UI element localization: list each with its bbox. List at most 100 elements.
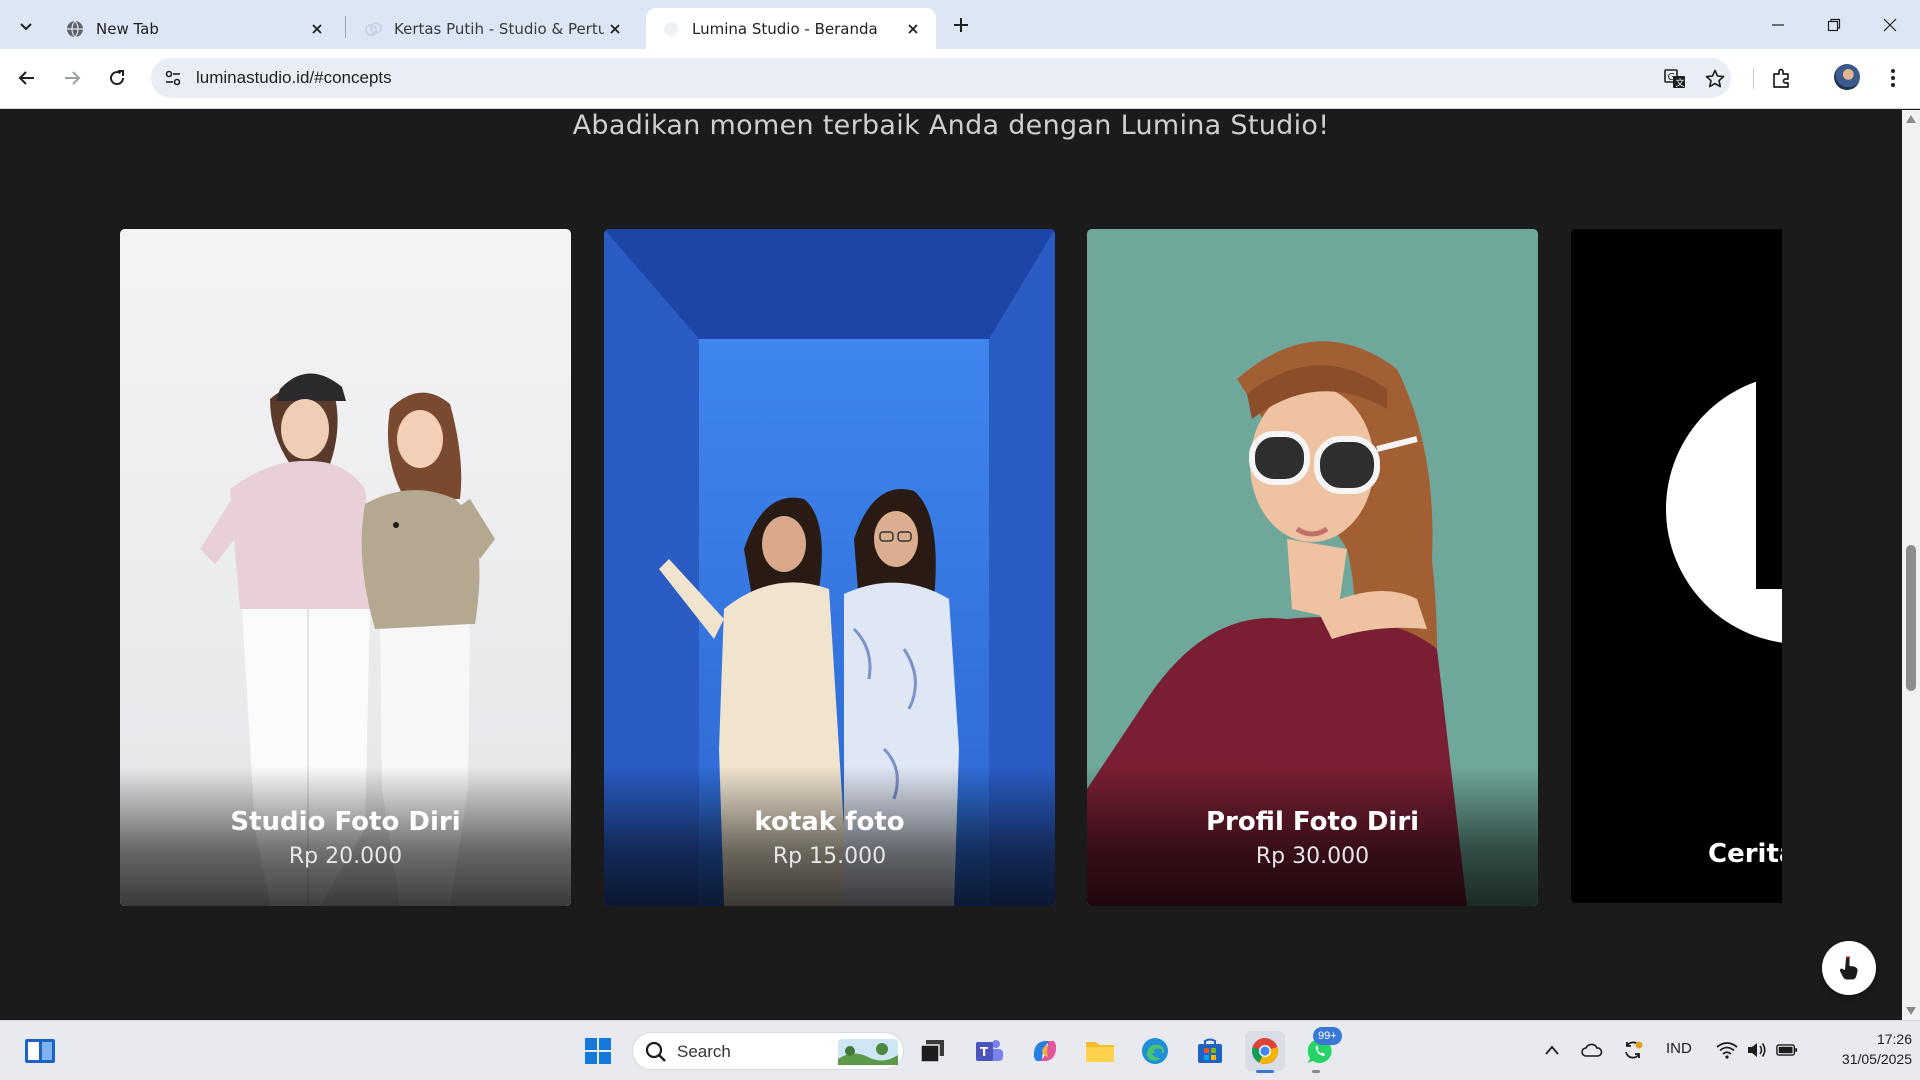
tab-kertas-putih[interactable]: Kertas Putih - Studio & Pertunangan xyxy=(348,8,638,49)
more-vertical-icon xyxy=(1891,69,1895,87)
chrome-icon xyxy=(1252,1038,1278,1064)
task-view-icon xyxy=(920,1040,944,1063)
teams-app[interactable]: T xyxy=(969,1031,1009,1071)
microsoft-store-app[interactable] xyxy=(1190,1031,1230,1071)
close-tab-icon[interactable] xyxy=(902,18,924,40)
file-explorer-app[interactable] xyxy=(1080,1031,1120,1071)
whatsapp-running-indicator xyxy=(1312,1070,1320,1073)
concept-card-profil-foto-diri[interactable]: Profil Foto Diri Rp 30.000 xyxy=(1087,229,1538,906)
hand-pointer-icon xyxy=(1839,956,1858,980)
clock-time: 17:26 xyxy=(1876,1031,1912,1047)
bookmark-star-icon[interactable] xyxy=(1702,66,1728,92)
back-button[interactable] xyxy=(10,61,44,95)
page-viewport: Abadikan momen terbaik Anda dengan Lumin… xyxy=(0,110,1902,1020)
chrome-app[interactable] xyxy=(1245,1031,1285,1071)
svg-text:文: 文 xyxy=(1676,77,1685,89)
copilot-app[interactable] xyxy=(1025,1031,1065,1071)
browser-tab-strip: New Tab Kertas Putih - Studio & Pertunan… xyxy=(0,0,1920,49)
menu-button[interactable] xyxy=(1876,61,1910,95)
widgets-button[interactable] xyxy=(20,1031,60,1071)
tab-search-button[interactable] xyxy=(10,10,41,41)
tab-title: New Tab xyxy=(96,19,159,38)
site-info-icon[interactable] xyxy=(163,68,183,88)
store-icon xyxy=(1198,1038,1222,1063)
taskbar-search-box[interactable]: Search xyxy=(632,1032,904,1070)
svg-text:T: T xyxy=(980,1045,989,1059)
copilot-icon xyxy=(1033,1041,1057,1061)
whatsapp-notification-badge: 99+ xyxy=(1313,1027,1342,1045)
scroll-down-arrow-icon[interactable] xyxy=(1906,1006,1916,1016)
tab-title: Kertas Putih - Studio & Pertunangan xyxy=(394,19,604,38)
page-icon xyxy=(662,20,680,38)
address-bar[interactable]: luminastudio.id/#concepts G文 xyxy=(151,58,1731,98)
extensions-button[interactable] xyxy=(1765,61,1799,95)
tab-new-tab[interactable]: New Tab xyxy=(50,8,340,49)
show-hidden-icons-button[interactable] xyxy=(1541,1039,1563,1061)
search-icon xyxy=(645,1041,666,1062)
search-highlight-image xyxy=(838,1039,898,1065)
close-tab-icon[interactable] xyxy=(604,18,626,40)
concept-card-cerita[interactable]: Cerita xyxy=(1571,229,1782,903)
forward-button[interactable] xyxy=(55,61,89,95)
folder-icon xyxy=(1086,1042,1114,1062)
clock-date: 31/05/2025 xyxy=(1841,1051,1912,1067)
chevron-down-icon xyxy=(19,22,32,30)
onedrive-icon[interactable] xyxy=(1581,1039,1603,1061)
minimize-icon xyxy=(1772,23,1784,26)
sync-icon[interactable] xyxy=(1622,1039,1644,1061)
plus-icon xyxy=(954,18,968,32)
battery-icon[interactable] xyxy=(1776,1039,1798,1061)
wifi-icon[interactable] xyxy=(1716,1039,1738,1061)
arrow-left-icon xyxy=(18,71,34,85)
edge-app[interactable] xyxy=(1135,1031,1175,1071)
lumina-logo-image xyxy=(1571,229,1782,903)
concept-card-studio-foto-diri[interactable]: Studio Foto Diri Rp 20.000 xyxy=(120,229,571,906)
card-title: kotak foto xyxy=(754,807,905,837)
close-tab-icon[interactable] xyxy=(306,18,328,40)
card-price: Rp 15.000 xyxy=(772,844,887,869)
profile-avatar[interactable] xyxy=(1834,64,1860,90)
scroll-up-arrow-icon[interactable] xyxy=(1906,114,1916,124)
input-language[interactable]: IND xyxy=(1666,1040,1692,1057)
tab-title: Lumina Studio - Beranda xyxy=(692,19,878,38)
teams-icon: T xyxy=(976,1040,1003,1061)
chrome-active-indicator xyxy=(1256,1070,1274,1073)
card-title: Cerita xyxy=(1708,839,1782,869)
ring-icon xyxy=(364,20,382,38)
toolbar-divider xyxy=(1753,69,1754,89)
system-clock[interactable]: 17:26 31/05/2025 xyxy=(1812,1029,1912,1069)
card-price: Rp 30.000 xyxy=(1255,844,1370,869)
tab-lumina-studio[interactable]: Lumina Studio - Beranda xyxy=(646,8,936,49)
concepts-tagline: Abadikan momen terbaik Anda dengan Lumin… xyxy=(572,110,1330,141)
concept-card-kotak-foto[interactable]: kotak foto Rp 15.000 xyxy=(604,229,1055,906)
start-button[interactable] xyxy=(578,1031,618,1071)
browser-toolbar: luminastudio.id/#concepts G文 xyxy=(0,49,1920,109)
translate-icon[interactable]: G文 xyxy=(1662,66,1688,92)
task-view-button[interactable] xyxy=(913,1031,953,1071)
reload-icon xyxy=(110,70,125,86)
volume-icon[interactable] xyxy=(1746,1039,1768,1061)
floating-action-button[interactable] xyxy=(1822,941,1876,995)
close-icon xyxy=(1883,18,1897,31)
edge-icon xyxy=(1142,1038,1168,1064)
concepts-carousel[interactable]: Studio Foto Diri Rp 20.000 kotak foto Rp… xyxy=(120,229,1782,909)
restore-icon xyxy=(1827,18,1841,31)
close-window-button[interactable] xyxy=(1862,0,1918,49)
url-text: luminastudio.id/#concepts xyxy=(196,68,392,87)
windows-logo-icon xyxy=(585,1038,611,1064)
tab-separator xyxy=(345,16,346,38)
scrollbar-thumb[interactable] xyxy=(1906,545,1916,691)
page-scrollbar[interactable] xyxy=(1902,110,1920,1020)
widgets-icon xyxy=(25,1039,55,1063)
minimize-button[interactable] xyxy=(1750,0,1806,49)
new-tab-button[interactable] xyxy=(947,11,975,39)
reload-button[interactable] xyxy=(100,61,134,95)
card-price: Rp 20.000 xyxy=(288,844,403,869)
restore-button[interactable] xyxy=(1806,0,1862,49)
globe-icon xyxy=(66,20,84,38)
search-label: Search xyxy=(677,1042,731,1061)
card-title: Studio Foto Diri xyxy=(230,807,461,837)
arrow-right-icon xyxy=(65,71,81,85)
card-title: Profil Foto Diri xyxy=(1205,807,1420,837)
chevron-up-icon xyxy=(1545,1045,1559,1055)
